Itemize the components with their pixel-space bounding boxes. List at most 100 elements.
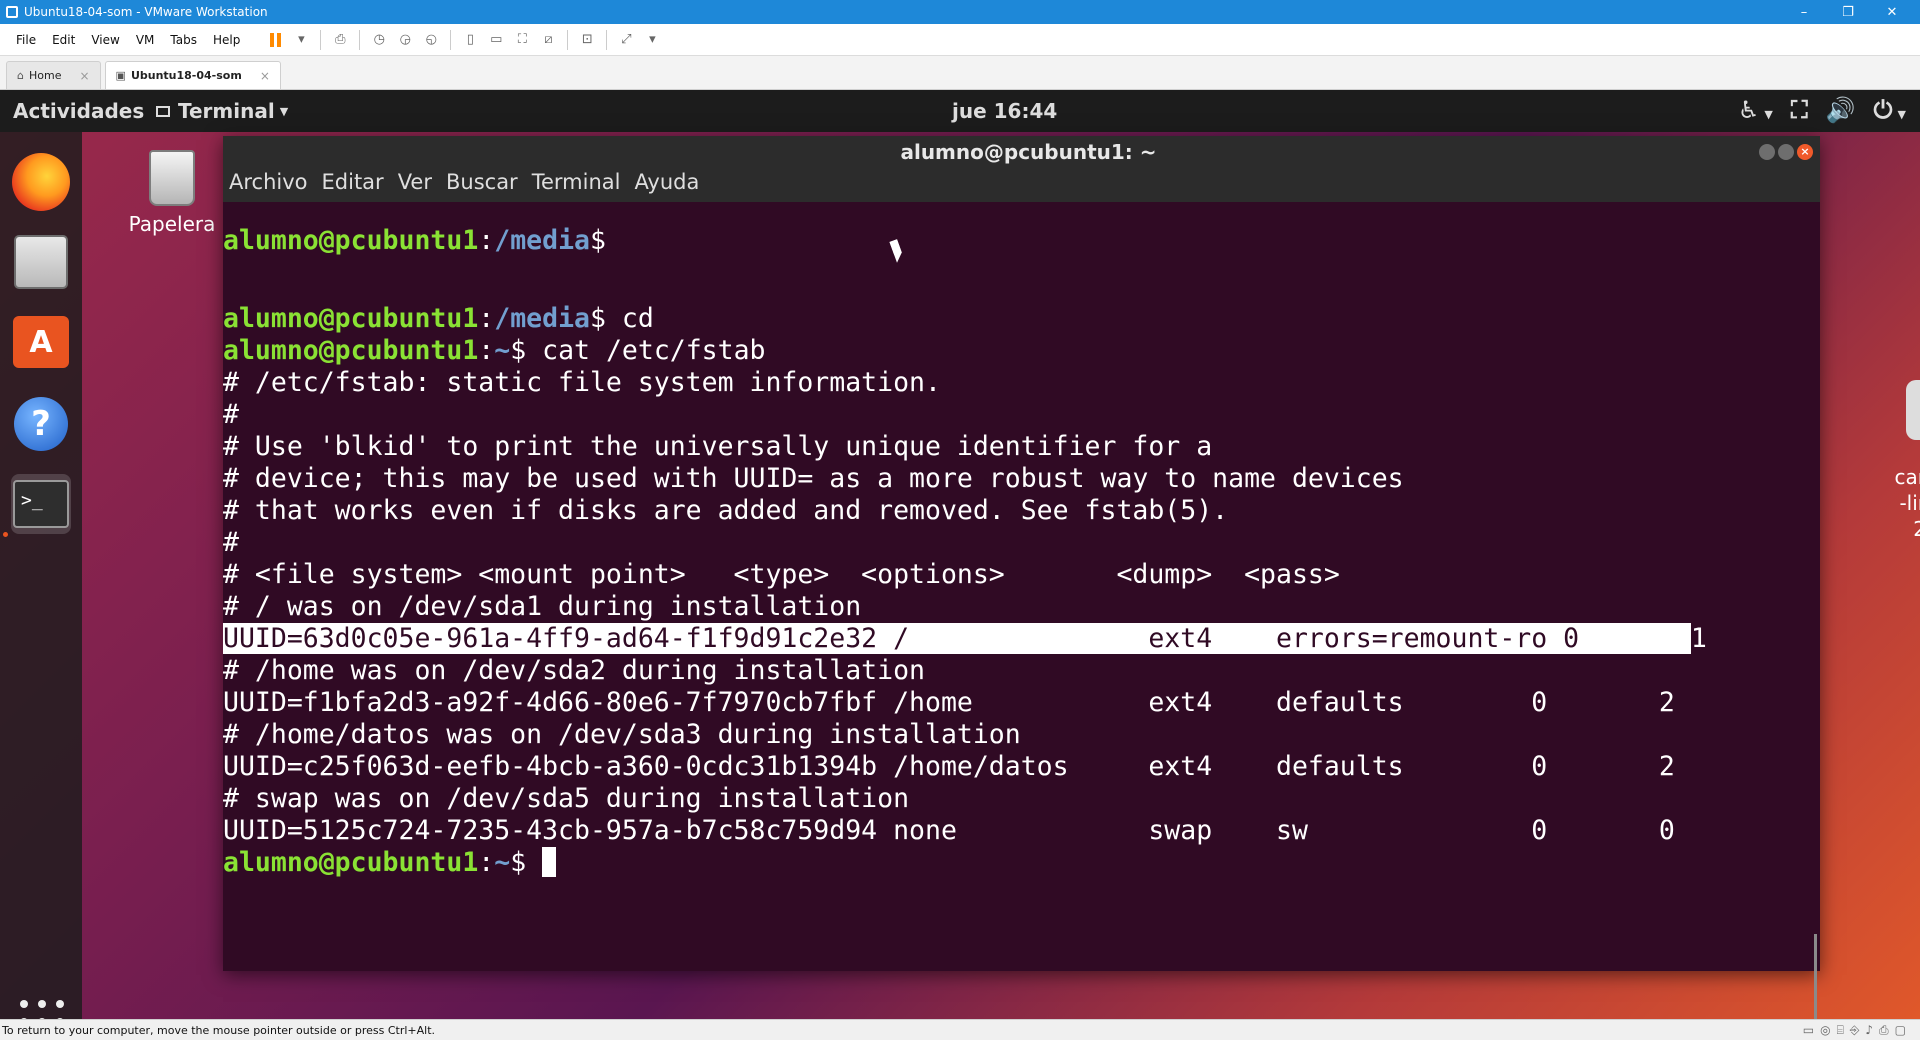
activities-button[interactable]: Actividades: [13, 99, 144, 123]
show-applications-button[interactable]: [20, 1000, 64, 1019]
restore-window-button[interactable]: ❐: [1826, 0, 1870, 24]
device-status-icons: ▭ ◎ ⌸ ⎆ ♪ ⎙ ▢: [1803, 1023, 1906, 1038]
terminal-scrollbar[interactable]: [1814, 934, 1817, 1019]
dock-terminal[interactable]: >_: [11, 474, 71, 534]
menu-ayuda[interactable]: Ayuda: [634, 170, 699, 194]
sound-icon[interactable]: ♪: [1865, 1023, 1873, 1038]
vmware-status-bar: To return to your computer, move the mou…: [0, 1019, 1920, 1040]
ubuntu-dock: A ? >_: [0, 132, 82, 1019]
menu-ver[interactable]: Ver: [398, 170, 432, 194]
tab-ubuntu-vm[interactable]: ▣ Ubuntu18-04-som ×: [104, 61, 281, 89]
trash-icon: [149, 150, 195, 206]
vmware-app-icon: [6, 6, 18, 18]
output-line: # device; this may be used with UUID= as…: [223, 463, 1404, 494]
library-view-icon[interactable]: ▯: [457, 29, 483, 51]
hard-disk-icon[interactable]: ▭: [1803, 1023, 1814, 1038]
running-indicator: [3, 532, 8, 537]
terminal-minimize-button[interactable]: [1759, 144, 1775, 160]
close-icon[interactable]: ×: [79, 69, 89, 83]
dock-software[interactable]: A: [11, 312, 71, 372]
network-icon[interactable]: ⛶: [1791, 96, 1808, 124]
printer-icon[interactable]: ⎙: [1879, 1023, 1889, 1038]
output-line: #: [223, 399, 239, 430]
cd-drive-icon[interactable]: ◎: [1820, 1023, 1830, 1038]
menu-file[interactable]: File: [8, 33, 44, 47]
desktop-item-icon[interactable]: [1906, 380, 1920, 440]
output-line: UUID=c25f063d-eefb-4bcb-a360-0cdc31b1394…: [223, 751, 1675, 782]
console-view-icon[interactable]: ⊡: [574, 29, 600, 51]
output-line: # <file system> <mount point> <type> <op…: [223, 559, 1340, 590]
home-icon: ⌂: [17, 69, 24, 82]
clock[interactable]: jue 16:44: [952, 99, 1057, 123]
tab-home-label: Home: [28, 69, 62, 82]
software-center-icon: A: [13, 316, 69, 368]
terminal-output[interactable]: alumno@pcubuntu1:/media$ alumno@pcubuntu…: [223, 202, 1820, 1019]
menu-view[interactable]: View: [83, 33, 127, 47]
vm-icon: ▣: [115, 69, 126, 82]
volume-icon[interactable]: 🔊: [1826, 96, 1856, 124]
output-line: # swap was on /dev/sda5 during installat…: [223, 783, 910, 814]
window-title: Ubuntu18-04-som - VMware Workstation: [24, 5, 268, 19]
usb-icon[interactable]: ⎆: [1850, 1023, 1860, 1038]
terminal-icon: >_: [13, 480, 69, 528]
network-adapter-icon[interactable]: ⌸: [1837, 1023, 1844, 1038]
vmware-title-bar: Ubuntu18-04-som - VMware Workstation – ❐…: [0, 0, 1920, 24]
power-dropdown-icon[interactable]: ▾: [288, 29, 314, 51]
vmware-menu-bar: File Edit View VM Tabs Help ▾ ⎙ ◷ ◶ ◵ ▯ …: [0, 24, 1920, 56]
terminal-header: alumno@pcubuntu1: ~ Archivo Editar Ver B…: [223, 136, 1820, 202]
terminal-close-button[interactable]: ×: [1797, 144, 1813, 160]
dock-help[interactable]: ?: [11, 394, 71, 454]
close-icon[interactable]: ×: [260, 69, 270, 83]
terminal-maximize-button[interactable]: [1778, 144, 1794, 160]
desktop-item-label[interactable]: car -lir 2: [1886, 464, 1920, 542]
files-icon: [14, 235, 68, 289]
menu-archivo[interactable]: Archivo: [229, 170, 308, 194]
dock-firefox[interactable]: [11, 152, 71, 212]
stretch-guest-icon[interactable]: ⤢: [613, 29, 639, 51]
help-icon: ?: [14, 397, 68, 451]
unity-icon[interactable]: ⧄: [535, 29, 561, 51]
terminal-window[interactable]: alumno@pcubuntu1: ~ Archivo Editar Ver B…: [223, 136, 1820, 1019]
power-icon[interactable]: ⏻ ▼: [1874, 96, 1906, 124]
dock-files[interactable]: [11, 232, 71, 292]
menu-buscar[interactable]: Buscar: [446, 170, 518, 194]
vmware-toolbar: ▾ ⎙ ◷ ◶ ◵ ▯ ▭ ⛶ ⧄ ⊡ ⤢ ▾: [262, 29, 665, 51]
prompt-line: alumno@pcubuntu1:/media$: [223, 225, 606, 256]
guest-screen[interactable]: Actividades Terminal ▼ jue 16:44 ♿ ▼ ⛶ 🔊 …: [0, 90, 1920, 1019]
fullscreen-icon[interactable]: ⛶: [509, 29, 535, 51]
terminal-icon: [156, 105, 170, 117]
revert-snapshot-icon[interactable]: ◶: [392, 29, 418, 51]
terminal-menu-bar: Archivo Editar Ver Buscar Terminal Ayuda: [229, 170, 699, 194]
stretch-dropdown-icon[interactable]: ▾: [639, 29, 665, 51]
tab-ubuntu-vm-label: Ubuntu18-04-som: [130, 69, 242, 82]
status-message: To return to your computer, move the mou…: [2, 1023, 436, 1037]
menu-terminal[interactable]: Terminal: [532, 170, 621, 194]
output-line: # /etc/fstab: static file system informa…: [223, 367, 941, 398]
menu-tabs[interactable]: Tabs: [162, 33, 205, 47]
snapshot-manager-icon[interactable]: ◵: [418, 29, 444, 51]
tab-home[interactable]: ⌂ Home ×: [6, 61, 101, 89]
send-ctrl-alt-del-icon[interactable]: ⎙: [327, 29, 353, 51]
desktop-trash[interactable]: Papelera: [124, 150, 220, 236]
thumbnail-view-icon[interactable]: ▭: [483, 29, 509, 51]
menu-editar[interactable]: Editar: [322, 170, 384, 194]
menu-edit[interactable]: Edit: [44, 33, 83, 47]
app-menu-label: Terminal: [178, 99, 275, 123]
minimize-window-button[interactable]: –: [1782, 0, 1826, 24]
snapshot-icon[interactable]: ◷: [366, 29, 392, 51]
prompt-line: alumno@pcubuntu1:~$ cat /etc/fstab: [223, 335, 766, 366]
pause-vm-button[interactable]: [262, 29, 288, 51]
message-icon[interactable]: ▢: [1895, 1023, 1906, 1038]
output-line: # /home/datos was on /dev/sda3 during in…: [223, 719, 1021, 750]
menu-vm[interactable]: VM: [128, 33, 163, 47]
selected-output-line[interactable]: UUID=63d0c05e-961a-4ff9-ad64-f1f9d91c2e3…: [223, 623, 1707, 655]
close-window-button[interactable]: ✕: [1870, 0, 1914, 24]
accessibility-icon[interactable]: ♿ ▼: [1738, 96, 1773, 124]
text-cursor: [542, 847, 557, 877]
output-line: UUID=f1bfa2d3-a92f-4d66-80e6-7f7970cb7fb…: [223, 687, 1675, 718]
gnome-top-bar: Actividades Terminal ▼ jue 16:44 ♿ ▼ ⛶ 🔊 …: [0, 90, 1920, 132]
pause-icon: [269, 32, 281, 47]
system-tray[interactable]: ♿ ▼ ⛶ 🔊 ⏻ ▼: [1738, 96, 1906, 124]
app-menu-terminal[interactable]: Terminal ▼: [156, 99, 288, 123]
menu-help[interactable]: Help: [205, 33, 248, 47]
